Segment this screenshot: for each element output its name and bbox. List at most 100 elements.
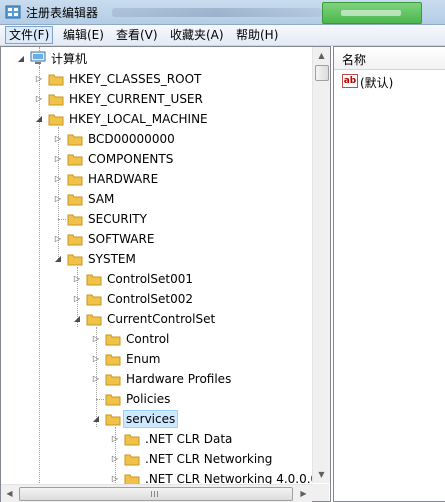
tree-node-control[interactable]: ▷ Control: [1, 329, 311, 349]
tree-horizontal-scrollbar[interactable]: ◀ ▶: [1, 484, 312, 502]
expand-arrow-icon[interactable]: ▷: [35, 75, 43, 83]
tree-node-label: Enum: [126, 352, 161, 366]
tree-node-services[interactable]: ◢ services: [1, 409, 311, 429]
tree-connector: [58, 219, 66, 220]
folder-icon: [67, 174, 83, 186]
tree-node-label: .NET CLR Networking: [145, 452, 273, 466]
folder-icon: [105, 334, 121, 346]
folder-open-icon: [67, 254, 83, 266]
folder-icon: [48, 94, 64, 106]
collapse-arrow-icon[interactable]: ◢: [35, 115, 43, 123]
expand-arrow-icon[interactable]: ▷: [73, 275, 81, 283]
scrollbar-corner: [312, 484, 329, 501]
tree-node-software[interactable]: ▷ SOFTWARE: [1, 229, 311, 249]
value-name: (默认): [360, 76, 394, 90]
menu-favorites[interactable]: 收藏夹(A): [167, 27, 227, 43]
tree-node-hkcr[interactable]: ▷ HKEY_CLASSES_ROOT: [1, 69, 311, 89]
tree-node-label: Hardware Profiles: [126, 372, 232, 386]
grip-icon: [151, 491, 159, 497]
tree-node-currentcontrolset[interactable]: ◢ CurrentControlSet: [1, 309, 311, 329]
scroll-up-icon[interactable]: ▲: [313, 47, 330, 64]
tree-node-label: SECURITY: [88, 212, 147, 226]
tree-node-label: HKEY_LOCAL_MACHINE: [69, 112, 208, 126]
menu-view[interactable]: 查看(V): [113, 27, 161, 43]
tree-node-controlset002[interactable]: ▷ ControlSet002: [1, 289, 311, 309]
tree-node-security[interactable]: SECURITY: [1, 209, 311, 229]
tree-node-label: Policies: [126, 392, 171, 406]
expand-arrow-icon[interactable]: ▷: [35, 95, 43, 103]
string-value-icon: ab: [342, 74, 358, 88]
tree-connector: [96, 399, 104, 400]
values-panel[interactable]: 名称 ab (默认): [333, 46, 445, 502]
collapse-arrow-icon[interactable]: ◢: [73, 315, 81, 323]
tree-node-system[interactable]: ◢ SYSTEM: [1, 249, 311, 269]
tree-node-label: 计算机: [51, 52, 88, 66]
tree-node-net-clr-data[interactable]: ▷ .NET CLR Data: [1, 429, 311, 449]
scroll-thumb[interactable]: [19, 487, 293, 501]
window-title: 注册表编辑器: [26, 6, 99, 20]
column-header-name[interactable]: 名称: [334, 47, 445, 70]
expand-arrow-icon[interactable]: ◢: [17, 55, 25, 63]
folder-icon: [105, 374, 121, 386]
tree-vertical-scrollbar[interactable]: ▲ ▼: [312, 47, 330, 483]
tree-node-label: ControlSet001: [107, 272, 193, 286]
expand-arrow-icon[interactable]: ▷: [54, 195, 62, 203]
tree-node-label: .NET CLR Data: [145, 432, 233, 446]
tree-node-controlset001[interactable]: ▷ ControlSet001: [1, 269, 311, 289]
tree-node-label: SOFTWARE: [88, 232, 155, 246]
expand-arrow-icon[interactable]: ▷: [111, 475, 119, 483]
tree-node-enum[interactable]: ▷ Enum: [1, 349, 311, 369]
tree-node-label: HKEY_CURRENT_USER: [69, 92, 203, 106]
tree-node-hardware-profiles[interactable]: ▷ Hardware Profiles: [1, 369, 311, 389]
folder-open-icon: [86, 314, 102, 326]
expand-arrow-icon[interactable]: ▷: [54, 155, 62, 163]
regedit-icon: [5, 5, 21, 19]
folder-icon: [48, 74, 64, 86]
folder-icon: [67, 214, 83, 226]
tree-node-label: SAM: [88, 192, 115, 206]
expand-arrow-icon[interactable]: ▷: [92, 355, 100, 363]
tree-node-bcd[interactable]: ▷ BCD00000000: [1, 129, 311, 149]
tree-node-hklm[interactable]: ◢ HKEY_LOCAL_MACHINE: [1, 109, 311, 129]
tree-node-label: HARDWARE: [88, 172, 159, 186]
scroll-right-icon[interactable]: ▶: [295, 485, 312, 502]
tree-node-label: Control: [126, 332, 170, 346]
expand-arrow-icon[interactable]: ▷: [111, 455, 119, 463]
column-header-label: 名称: [342, 53, 367, 67]
expand-arrow-icon[interactable]: ▷: [54, 235, 62, 243]
folder-open-icon: [48, 114, 64, 126]
menu-file[interactable]: 文件(F): [5, 26, 54, 44]
expand-arrow-icon[interactable]: ▷: [73, 295, 81, 303]
expand-arrow-icon[interactable]: ▷: [54, 175, 62, 183]
folder-icon: [105, 354, 121, 366]
title-bar: 注册表编辑器: [0, 0, 445, 25]
expand-arrow-icon[interactable]: ▷: [92, 375, 100, 383]
tree-node-policies[interactable]: Policies: [1, 389, 311, 409]
menu-help[interactable]: 帮助(H): [233, 27, 281, 43]
scroll-left-icon[interactable]: ◀: [1, 485, 18, 502]
collapse-arrow-icon[interactable]: ◢: [92, 415, 100, 423]
tree-node-computer[interactable]: ◢ 计算机: [1, 49, 311, 69]
expand-arrow-icon[interactable]: ▷: [111, 435, 119, 443]
folder-icon: [124, 434, 140, 446]
tree-node-net-clr-networking[interactable]: ▷ .NET CLR Networking: [1, 449, 311, 469]
expand-arrow-icon[interactable]: ▷: [54, 135, 62, 143]
scroll-down-icon[interactable]: ▼: [313, 466, 330, 483]
key-tree-panel[interactable]: ◢ 计算机 ▷ HKEY_CLASSES_ROOT ▷ HKEY_CURRENT…: [0, 46, 331, 502]
folder-icon: [86, 274, 102, 286]
expand-arrow-icon[interactable]: ▷: [92, 335, 100, 343]
tree-node-components[interactable]: ▷ COMPONENTS: [1, 149, 311, 169]
collapse-arrow-icon[interactable]: ◢: [54, 255, 62, 263]
scroll-thumb[interactable]: [315, 65, 329, 81]
background-blur: [112, 8, 322, 17]
folder-icon: [105, 394, 121, 406]
folder-icon: [67, 194, 83, 206]
tree-node-hardware[interactable]: ▷ HARDWARE: [1, 169, 311, 189]
tree-node-sam[interactable]: ▷ SAM: [1, 189, 311, 209]
tree-node-hkcu[interactable]: ▷ HKEY_CURRENT_USER: [1, 89, 311, 109]
background-window-button: [322, 2, 422, 24]
tree-node-label-selected: services: [123, 410, 179, 428]
folder-open-icon: [105, 414, 121, 426]
folder-icon: [67, 134, 83, 146]
menu-edit[interactable]: 编辑(E): [60, 27, 107, 43]
